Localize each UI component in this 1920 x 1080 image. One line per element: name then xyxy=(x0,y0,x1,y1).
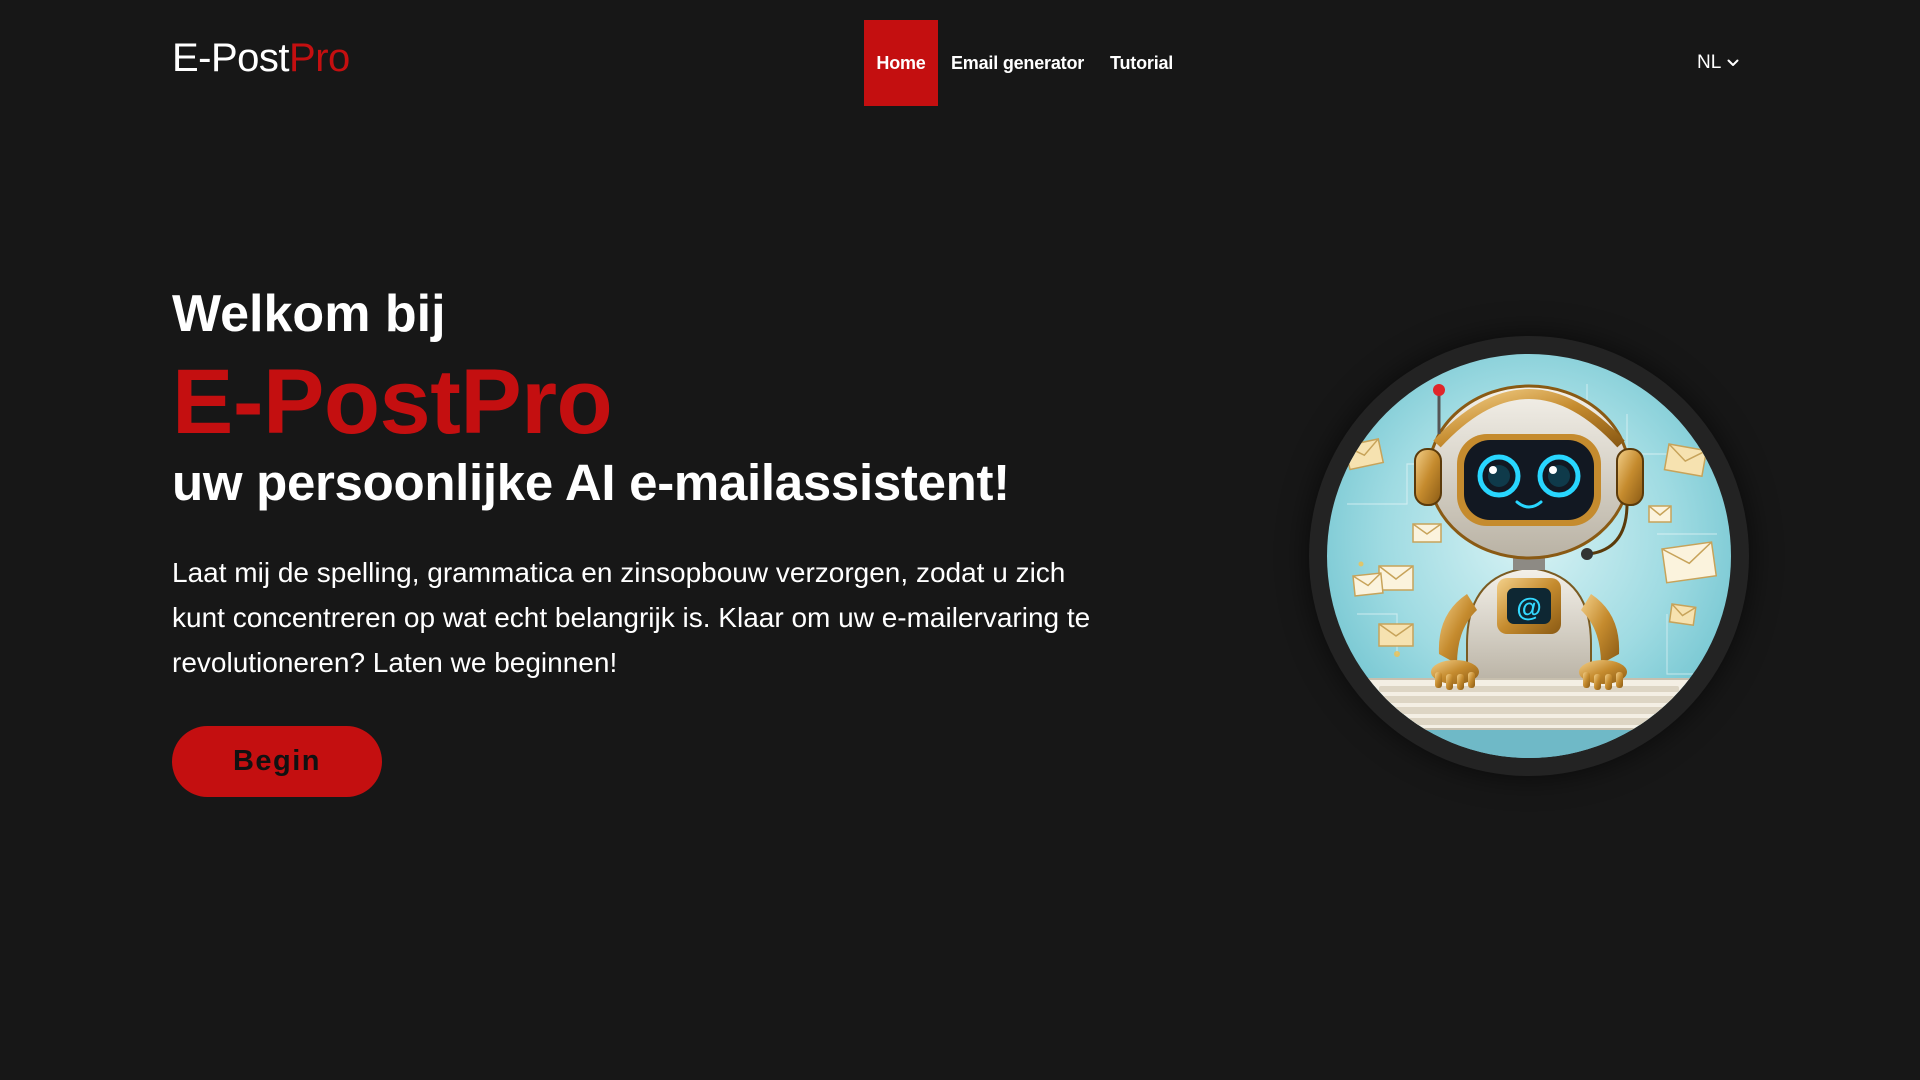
robot-illustration-svg: @ xyxy=(1327,354,1731,758)
hero-subtitle: uw persoonlijke AI e-mailassistent! xyxy=(172,454,1010,511)
svg-text:@: @ xyxy=(1516,592,1541,622)
chevron-down-icon xyxy=(1727,59,1739,66)
site-header: E-PostPro Home Email generator Tutorial … xyxy=(0,0,1920,106)
brand-title: E-PostPro xyxy=(172,351,613,453)
nav-home[interactable]: Home xyxy=(864,20,938,106)
logo-text-accent: Pro xyxy=(289,36,350,80)
main-nav: Home Email generator Tutorial xyxy=(864,20,1186,106)
begin-button[interactable]: Begin xyxy=(172,726,382,797)
language-selector[interactable]: NL xyxy=(1697,50,1739,76)
logo-text-main: E-Post xyxy=(172,36,290,80)
nav-email-generator[interactable]: Email generator xyxy=(938,20,1097,106)
welcome-heading: Welkom bij xyxy=(172,285,446,343)
language-label: NL xyxy=(1697,52,1722,73)
hero-description: Laat mij de spelling, grammatica en zins… xyxy=(172,557,1091,678)
robot-illustration: @ xyxy=(1327,354,1731,758)
site-logo[interactable]: E-PostPro xyxy=(172,33,350,83)
robot-image-frame: @ xyxy=(1309,336,1749,776)
nav-tutorial[interactable]: Tutorial xyxy=(1097,20,1186,106)
hero-text: Welkom bij E-PostPro uw persoonlijke AI … xyxy=(172,282,1102,713)
